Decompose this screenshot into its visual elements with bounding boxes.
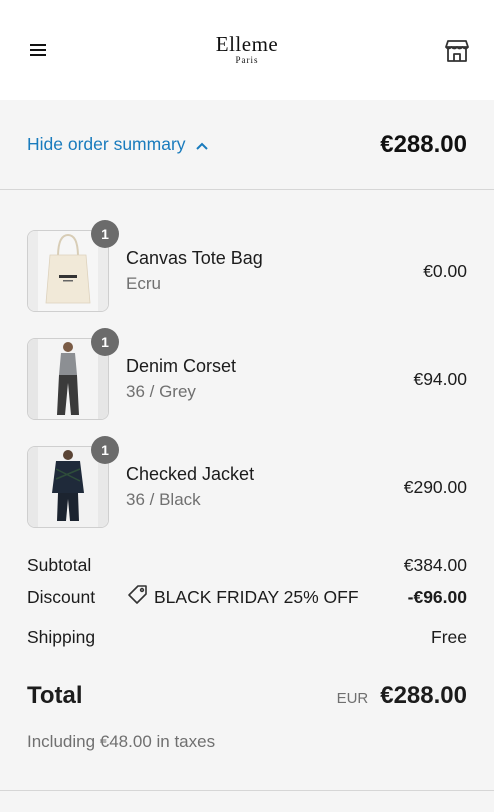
totals-section: Subtotal €384.00 Discount BLACK FRIDAY 2… <box>0 550 494 752</box>
item-name: Denim Corset <box>126 356 237 376</box>
discount-label: Discount <box>27 586 96 607</box>
product-thumbnail: 1 <box>27 328 119 420</box>
taxes-note: Including €48.00 in taxes <box>27 732 216 751</box>
discount-code: BLACK FRIDAY 25% OFF <box>127 584 359 610</box>
product-thumbnail: 1 <box>27 436 119 528</box>
summary-total: €288.00 <box>380 130 467 158</box>
toggle-label: Hide order summary <box>27 134 186 154</box>
discount-value: -€96.00 <box>407 586 467 607</box>
item-price: €94.00 <box>413 368 467 389</box>
item-variant: 36 / Grey <box>126 382 196 401</box>
tag-icon <box>127 584 148 610</box>
item-variant: 36 / Black <box>126 490 201 509</box>
shipping-row: Shipping Free <box>27 614 467 660</box>
line-items: 1 Canvas Tote Bag Ecru €0.00 1 Denim Cor… <box>0 190 494 528</box>
item-info: Checked Jacket 36 / Black <box>109 461 404 513</box>
list-item: 1 Canvas Tote Bag Ecru €0.00 <box>27 220 467 312</box>
list-item: 1 Denim Corset 36 / Grey €94.00 <box>27 328 467 420</box>
subtotal-label: Subtotal <box>27 554 92 575</box>
discount-code-text: BLACK FRIDAY 25% OFF <box>154 586 359 607</box>
quantity-badge: 1 <box>91 436 119 464</box>
brand-logo[interactable]: Elleme Paris <box>0 34 494 66</box>
item-info: Denim Corset 36 / Grey <box>109 353 413 405</box>
item-price: €0.00 <box>423 260 467 281</box>
quantity-badge: 1 <box>91 328 119 356</box>
discount-row: Discount BLACK FRIDAY 25% OFF -€96.00 <box>27 580 467 614</box>
subtotal-value: €384.00 <box>403 554 467 575</box>
header: Elleme Paris <box>0 0 494 100</box>
chevron-up-icon <box>195 134 208 155</box>
storefront-icon[interactable] <box>444 38 470 64</box>
logo-main-text: Elleme <box>215 32 279 56</box>
logo-sub-text: Paris <box>235 55 259 65</box>
total-value: €288.00 <box>380 682 467 709</box>
product-thumbnail: 1 <box>27 220 119 312</box>
divider <box>0 790 494 791</box>
item-info: Canvas Tote Bag Ecru <box>109 245 423 297</box>
list-item: 1 Checked Jacket 36 / Black €290.00 <box>27 436 467 528</box>
subtotal-row: Subtotal €384.00 <box>27 550 467 580</box>
item-name: Canvas Tote Bag <box>126 248 263 268</box>
quantity-badge: 1 <box>91 220 119 248</box>
shipping-label: Shipping <box>27 626 96 647</box>
item-variant: Ecru <box>126 274 161 293</box>
order-summary-bar: Hide order summary €288.00 <box>0 100 494 190</box>
hide-order-summary-toggle[interactable]: Hide order summary <box>27 134 208 155</box>
shipping-value: Free <box>431 626 467 647</box>
item-price: €290.00 <box>403 476 467 497</box>
item-name: Checked Jacket <box>126 464 255 484</box>
currency-code: EUR <box>336 690 369 707</box>
total-row: Total EUR €288.00 <box>27 660 467 732</box>
total-label: Total <box>27 682 83 709</box>
